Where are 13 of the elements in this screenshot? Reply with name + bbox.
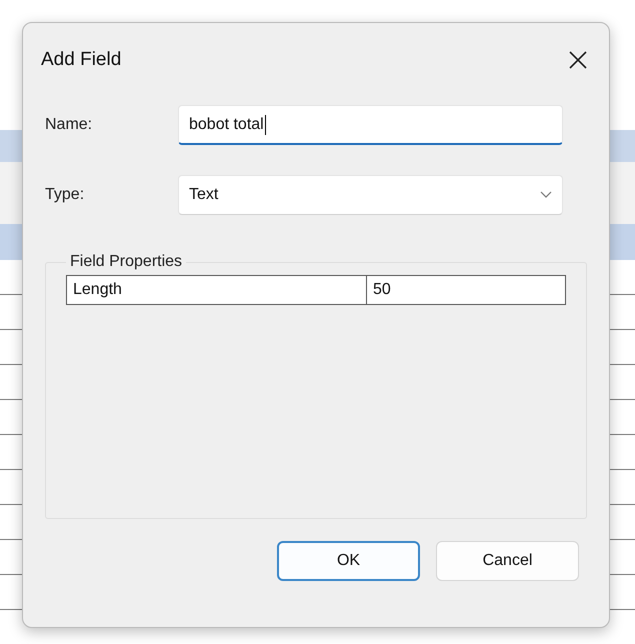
type-dropdown[interactable]: Text — [178, 175, 563, 215]
field-label: Type: — [45, 186, 86, 204]
close-button[interactable] — [567, 49, 589, 71]
field-label: Name: — [45, 116, 94, 134]
property-name-cell-text: Length — [72, 280, 123, 300]
property-value-cell[interactable]: 50 — [366, 276, 565, 304]
ok-button[interactable]: OK — [277, 541, 420, 581]
cancel-button[interactable]: Cancel — [436, 541, 579, 581]
dialog-title: Add Field — [41, 49, 122, 71]
name-input-field[interactable]: bobot total — [178, 105, 563, 145]
group-title: Field Properties — [69, 253, 184, 271]
close-icon — [567, 49, 589, 71]
chevron-down-icon — [540, 191, 552, 199]
